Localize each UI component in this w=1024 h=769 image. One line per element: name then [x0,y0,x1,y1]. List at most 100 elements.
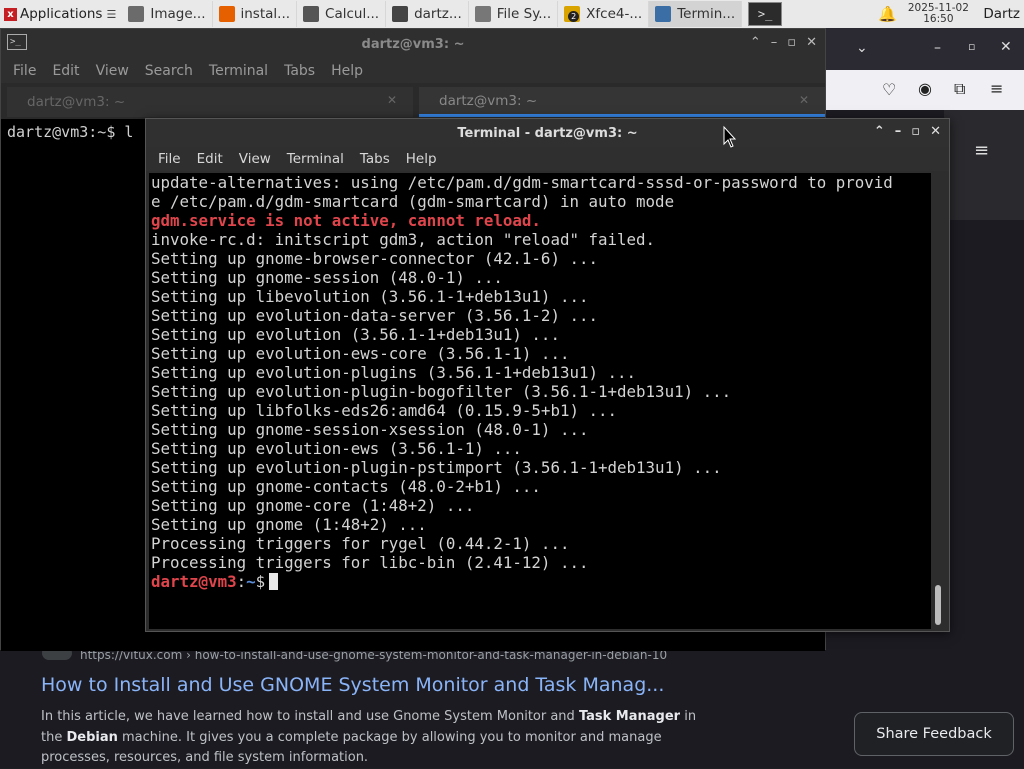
applications-arrow-icon: ☰ [106,7,117,21]
user-menu[interactable]: Dartz [975,6,1024,22]
menu-edit[interactable]: Edit [52,63,79,79]
menu-help[interactable]: Help [331,63,363,79]
menu-help[interactable]: Help [406,151,437,167]
minimize-icon[interactable]: – [771,35,778,50]
minimize-icon[interactable]: – [934,40,941,56]
taskbar-item-label: Calcul... [325,6,380,22]
tab-bar: dartz@vm3: ~ ✕ dartz@vm3: ~ ✕ [1,83,825,119]
tasklist: Image... instal... Calcul... dartz... File S… [122,1,743,27]
taskbar-item-label: dartz... [414,6,462,22]
close-icon[interactable]: ✕ [930,124,941,139]
app-icon [128,6,145,22]
menubar: File Edit View Search Terminal Tabs Help [1,59,825,83]
window-controls: ⌃ – ▫ ✕ [750,35,817,50]
app-icon [392,6,409,22]
output-line: update-alternatives: using /etc/pam.d/gd… [151,173,893,192]
extensions-icon[interactable]: ⧉ [954,79,965,99]
hamburger-icon[interactable]: ≡ [974,140,989,161]
clock[interactable]: 2025-11-02 16:50 [901,3,975,25]
taskbar-item-label: Termin... [677,6,736,22]
close-tab-icon[interactable]: ✕ [387,93,397,107]
menu-edit[interactable]: Edit [197,151,223,167]
taskbar-item-label: instal... [240,6,291,22]
maximize-icon[interactable]: ▫ [968,40,975,53]
result-title[interactable]: How to Install and Use GNOME System Moni… [41,674,664,696]
share-feedback-button[interactable]: Share Feedback [854,712,1014,756]
close-tab-icon[interactable]: ✕ [799,93,809,107]
browser-toolbar: ♡ ◉ ⧉ ≡ [826,70,1024,110]
taskbar-item[interactable]: Image... [122,1,213,27]
clock-time: 16:50 [923,13,954,25]
menu-terminal[interactable]: Terminal [287,151,344,167]
scrollbar-thumb[interactable] [935,585,941,625]
output-line: Setting up gnome (1:48+2) ... [151,515,427,534]
pocket-icon[interactable]: ♡ [882,80,896,99]
output-line: Setting up gnome-browser-connector (42.1… [151,249,598,268]
menu-icon[interactable]: ≡ [990,79,1003,98]
taskbar-item-label: File Sy... [496,6,552,22]
tab-1[interactable]: dartz@vm3: ~ ✕ [7,87,413,117]
shade-icon[interactable]: ⌃ [750,35,761,50]
app-icon: 2 [564,6,581,22]
prompt-line: dartz@vm3:~$ [151,572,931,591]
window-controls: ⌃ – ▫ ✕ [874,124,941,139]
notification-bell-icon[interactable]: 🔔 [873,0,901,28]
output-lines: update-alternatives: using /etc/pam.d/gd… [151,173,931,572]
output-line: Setting up libevolution (3.56.1-1+deb13u… [151,287,589,306]
maximize-icon[interactable]: ▫ [911,124,920,139]
menu-tabs[interactable]: Tabs [360,151,390,167]
menu-view[interactable]: View [96,63,129,79]
menu-file[interactable]: File [13,63,36,79]
window-titlebar[interactable]: >_ dartz@vm3: ~ ⌃ – ▫ ✕ [1,29,825,59]
taskbar-item[interactable]: 2 Xfce4-... [558,1,650,27]
output-line: Setting up libfolks-eds26:amd64 (0.15.9-… [151,401,618,420]
terminal-launcher-icon[interactable]: >_ [748,2,783,26]
output-line: Setting up gnome-contacts (48.0-2+b1) ..… [151,477,541,496]
output-line: e /etc/pam.d/gdm-smartcard (gdm-smartcar… [151,192,675,211]
menu-search[interactable]: Search [145,63,193,79]
menu-view[interactable]: View [239,151,271,167]
menu-tabs[interactable]: Tabs [284,63,315,79]
output-line: Setting up evolution-plugin-pstimport (3… [151,458,722,477]
app-icon [218,6,235,22]
window-title: dartz@vm3: ~ [361,36,465,52]
taskbar-item[interactable]: Termin... [649,1,743,27]
output-line: Processing triggers for rygel (0.44.2-1)… [151,534,570,553]
tab-2[interactable]: dartz@vm3: ~ ✕ [419,87,825,117]
shade-icon[interactable]: ⌃ [874,124,885,139]
taskbar-item[interactable]: dartz... [386,1,469,27]
window-titlebar[interactable]: Terminal - dartz@vm3: ~ ⌃ – ▫ ✕ [146,119,949,147]
applications-label: Applications [20,6,103,22]
prompt-line: dartz@vm3:~$ l [7,123,134,141]
menu-terminal[interactable]: Terminal [209,63,268,79]
taskbar-item[interactable]: instal... [213,1,298,27]
result-description: In this article, we have learned how to … [41,709,697,765]
output-line: Setting up gnome-session-xsession (48.0-… [151,420,589,439]
maximize-icon[interactable]: ▫ [787,35,796,50]
output-line: invoke-rc.d: initscript gdm3, action "re… [151,230,656,249]
applications-menu-button[interactable]: x Applications ☰ [0,0,122,28]
terminal-output[interactable]: update-alternatives: using /etc/pam.d/gd… [149,173,931,629]
scrollbar[interactable] [933,173,943,629]
account-icon[interactable]: ◉ [918,79,932,98]
close-icon[interactable]: ✕ [806,35,817,50]
taskbar-item[interactable]: File Sy... [469,1,559,27]
output-line: Setting up gnome-core (1:48+2) ... [151,496,475,515]
browser-sidebar: ≡ [944,110,1024,220]
output-line: Setting up evolution-data-server (3.56.1… [151,306,598,325]
tab-label: dartz@vm3: ~ [27,94,126,110]
menubar: File Edit View Terminal Tabs Help [146,147,949,171]
taskbar-item[interactable]: Calcul... [297,1,387,27]
browser-tabbar: ⌄ – ▫ ✕ [826,28,1024,70]
output-line: Setting up gnome-session (48.0-1) ... [151,268,503,287]
menu-file[interactable]: File [158,151,181,167]
close-icon[interactable]: ✕ [1000,39,1012,55]
minimize-icon[interactable]: – [895,124,902,139]
xfce-logo-icon: x [4,7,17,21]
terminal-window-front[interactable]: Terminal - dartz@vm3: ~ ⌃ – ▫ ✕ File Edi… [145,118,950,632]
taskbar-item-label: Xfce4-... [586,6,643,22]
app-icon [474,6,491,22]
chevron-down-icon[interactable]: ⌄ [856,40,868,56]
output-line: Setting up evolution-ews-core (3.56.1-1)… [151,344,570,363]
mouse-pointer-icon [723,125,737,148]
